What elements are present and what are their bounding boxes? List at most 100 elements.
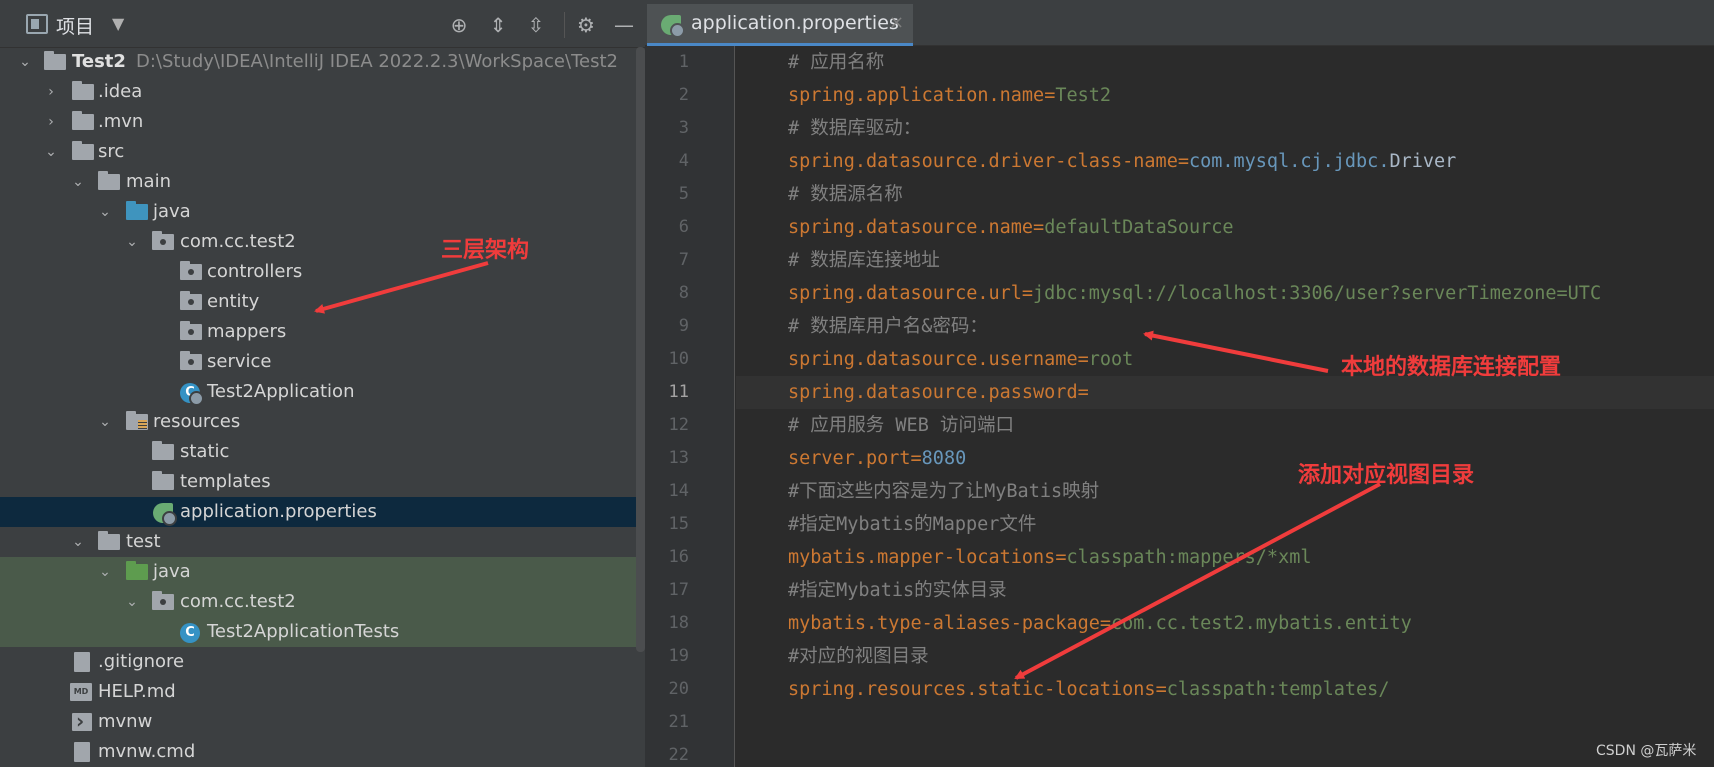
chevron-down-icon[interactable]: ⌄	[123, 587, 141, 617]
chevron-down-icon[interactable]: ▼	[112, 14, 124, 33]
tree-item-label: HELP.md	[98, 681, 176, 702]
annotation-three-layer: 三层架构	[441, 238, 530, 263]
test-folder-icon	[126, 561, 148, 580]
code-line[interactable]: mybatis.type-aliases-package=com.cc.test…	[736, 607, 1714, 640]
code-line[interactable]: # 数据库连接地址	[736, 244, 1714, 277]
tree-item-gitignore[interactable]: .gitignore	[0, 647, 645, 677]
tree-item-package[interactable]: ⌄ com.cc.test2	[0, 227, 645, 257]
tree-item-templates[interactable]: templates	[0, 467, 645, 497]
code-line[interactable]	[736, 739, 1714, 767]
chevron-down-icon[interactable]: ⌄	[69, 527, 87, 557]
code-line[interactable]: spring.datasource.url=jdbc:mysql://local…	[736, 277, 1714, 310]
tree-item-service[interactable]: service	[0, 347, 645, 377]
property-value: root	[1088, 349, 1134, 370]
tree-item-app-class[interactable]: C Test2Application	[0, 377, 645, 407]
package-icon	[180, 261, 202, 280]
tree-item-label: templates	[180, 471, 271, 492]
tree-item-application-properties[interactable]: application.properties	[0, 497, 636, 527]
code-line[interactable]: #对应的视图目录	[736, 640, 1714, 673]
code-line[interactable]: mybatis.mapper-locations=classpath:mappe…	[736, 541, 1714, 574]
tree-item-label: mappers	[207, 321, 287, 342]
chevron-right-icon[interactable]: ›	[42, 77, 60, 107]
folder-icon	[72, 81, 94, 100]
code-line[interactable]: # 数据库用户名&密码：	[736, 310, 1714, 343]
tree-item-label: mvnw	[98, 711, 153, 732]
code-area[interactable]: # 应用名称 spring.application.name=Test2 # 数…	[736, 46, 1714, 767]
tree-item-idea[interactable]: › .idea	[0, 77, 645, 107]
property-key: spring.application.name	[788, 85, 1045, 106]
chevron-down-icon[interactable]: ⌄	[42, 137, 60, 167]
code-line[interactable]: spring.datasource.name=defaultDataSource	[736, 211, 1714, 244]
locate-icon[interactable]: ⊕	[446, 12, 472, 38]
code-line[interactable]: # 应用名称	[736, 46, 1714, 79]
close-icon[interactable]: ×	[889, 12, 904, 33]
collapse-all-icon[interactable]: ⇳	[523, 12, 549, 38]
tree-item-label: service	[207, 351, 272, 372]
tree-item-java[interactable]: ⌄ java	[0, 197, 645, 227]
tree-item-mappers[interactable]: mappers	[0, 317, 645, 347]
minimize-icon[interactable]: —	[611, 12, 637, 38]
chevron-down-icon[interactable]: ⌄	[96, 557, 114, 587]
equals-sign: =	[1044, 85, 1056, 106]
line-number: 9	[678, 316, 689, 336]
code-line[interactable]: spring.datasource.driver-class-name=com.…	[736, 145, 1714, 178]
chevron-down-icon[interactable]: ⌄	[96, 197, 114, 227]
tree-item-mvnw[interactable]: mvnw	[0, 706, 645, 737]
package-icon	[180, 291, 202, 310]
tree-item-label: .mvn	[98, 111, 144, 132]
code-line[interactable]: spring.datasource.username=root	[736, 343, 1714, 376]
tree-item-label: main	[126, 171, 171, 192]
tab-application-properties[interactable]: application.properties ×	[647, 4, 913, 46]
tree-item-test-class[interactable]: C Test2ApplicationTests	[0, 617, 636, 647]
comment: #对应的视图目录	[788, 646, 929, 667]
project-tree: ⌄ Test2 D:\Study\IDEA\IntelliJ IDEA 2022.…	[0, 47, 645, 767]
chevron-down-icon[interactable]: ⌄	[69, 167, 87, 197]
tree-item-mvn[interactable]: › .mvn	[0, 107, 645, 137]
code-line[interactable]: #指定Mybatis的实体目录	[736, 574, 1714, 607]
tree-scrollbar[interactable]	[636, 47, 645, 652]
tree-item-test[interactable]: ⌄ test	[0, 527, 645, 557]
tree-item-static[interactable]: static	[0, 437, 645, 467]
comment: #指定Mybatis的Mapper文件	[788, 514, 1037, 535]
tree-item-src[interactable]: ⌄ src	[0, 137, 645, 167]
annotation-db-config: 本地的数据库连接配置	[1341, 355, 1562, 380]
code-line[interactable]: # 数据库驱动：	[736, 112, 1714, 145]
tree-item-test-package[interactable]: ⌄ com.cc.test2	[0, 587, 636, 617]
project-view-icon	[26, 14, 48, 34]
code-line[interactable]: # 数据源名称	[736, 178, 1714, 211]
comment: # 数据库用户名&密码：	[788, 316, 988, 337]
project-view-title[interactable]: 项目	[56, 12, 94, 39]
expand-all-icon[interactable]: ⇕	[485, 12, 511, 38]
code-line[interactable]: spring.application.name=Test2	[736, 79, 1714, 112]
code-line[interactable]: #下面这些内容是为了让MyBatis映射	[736, 475, 1714, 508]
gear-icon[interactable]: ⚙	[573, 12, 599, 38]
property-key: spring.datasource.name	[788, 217, 1034, 238]
tree-item-test-java[interactable]: ⌄ java	[0, 557, 636, 587]
property-key: mybatis.type-aliases-package	[788, 613, 1100, 634]
chevron-down-icon[interactable]: ⌄	[123, 227, 141, 257]
line-number: 4	[678, 151, 689, 171]
tree-item-entity[interactable]: entity	[0, 287, 645, 317]
code-line[interactable]: server.port=8080	[736, 442, 1714, 475]
code-line[interactable]	[736, 706, 1714, 739]
spring-boot-class-icon: C	[180, 383, 204, 406]
code-line-current[interactable]: spring.datasource.password=	[736, 376, 1714, 409]
chevron-right-icon[interactable]: ›	[42, 107, 60, 137]
tree-item-mvnw-cmd[interactable]: mvnw.cmd	[0, 737, 645, 767]
property-value: classpath:templates/	[1166, 679, 1390, 700]
code-line[interactable]: #指定Mybatis的Mapper文件	[736, 508, 1714, 541]
code-line[interactable]: spring.resources.static-locations=classp…	[736, 673, 1714, 706]
comment: #指定Mybatis的实体目录	[788, 580, 1007, 601]
spring-config-icon	[153, 503, 177, 526]
property-key: mybatis.mapper-locations	[788, 547, 1056, 568]
tree-item-help[interactable]: MD HELP.md	[0, 677, 645, 707]
code-line[interactable]: # 应用服务 WEB 访问端口	[736, 409, 1714, 442]
chevron-down-icon[interactable]: ⌄	[96, 407, 114, 437]
tree-item-controllers[interactable]: controllers	[0, 257, 645, 287]
tree-item-root[interactable]: ⌄ Test2 D:\Study\IDEA\IntelliJ IDEA 2022.…	[0, 47, 645, 77]
line-number: 14	[668, 481, 689, 501]
tree-item-main[interactable]: ⌄ main	[0, 167, 645, 197]
tree-item-resources[interactable]: ⌄ resources	[0, 407, 645, 437]
property-key: spring.datasource.username	[788, 349, 1078, 370]
chevron-down-icon[interactable]: ⌄	[16, 47, 34, 77]
